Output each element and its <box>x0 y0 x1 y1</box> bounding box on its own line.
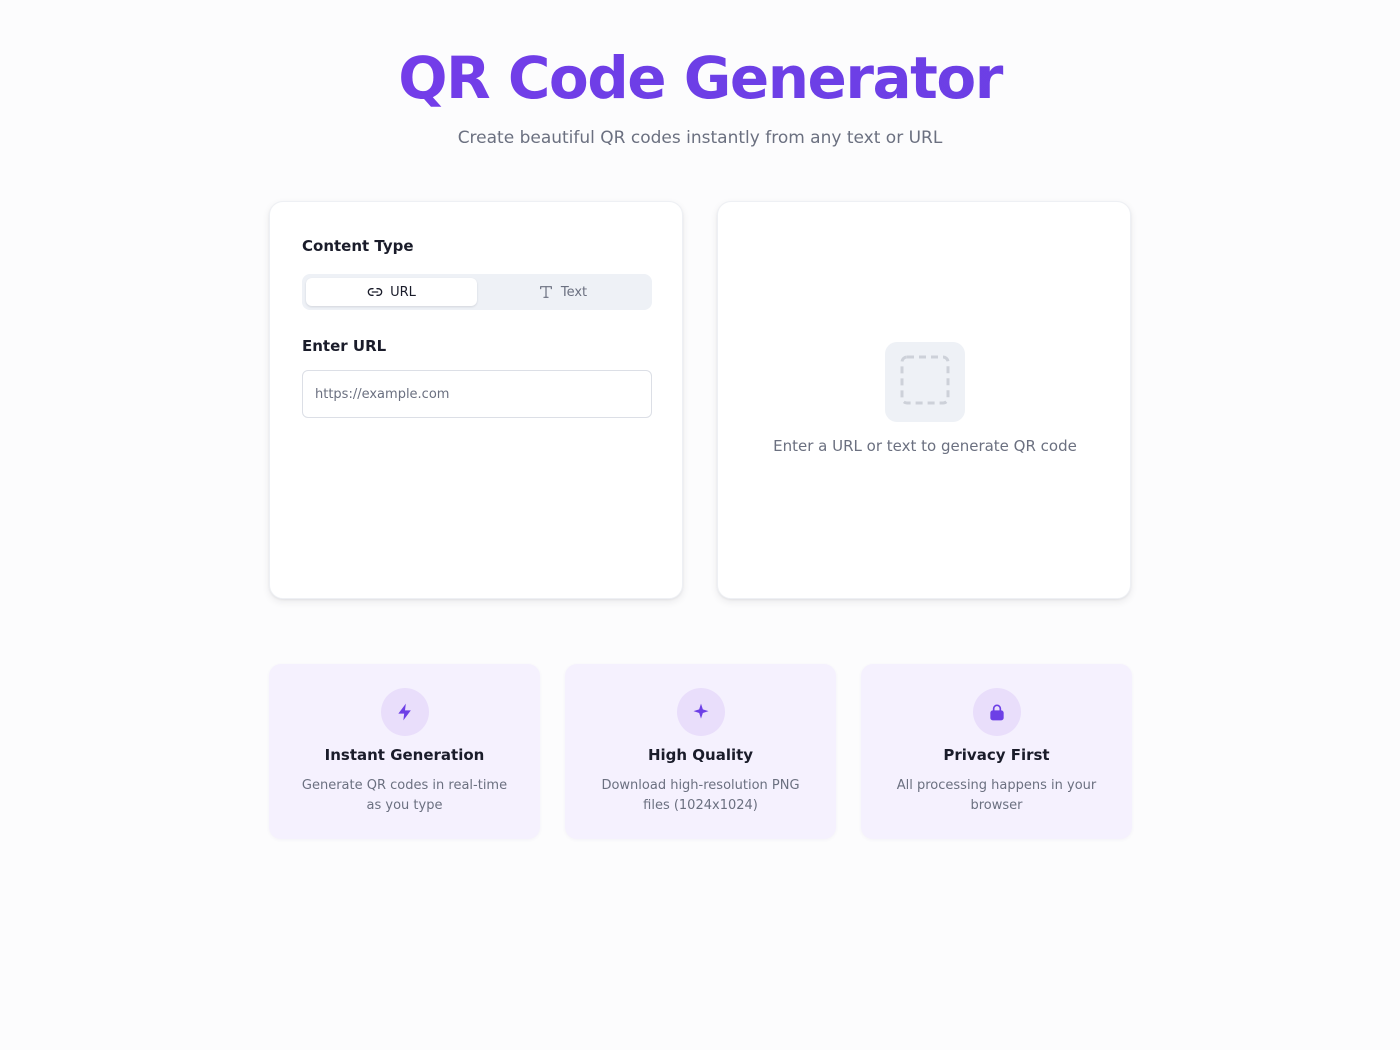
sparkle-icon <box>677 688 725 736</box>
url-input[interactable] <box>302 370 652 418</box>
lightning-icon <box>381 688 429 736</box>
preview-card: Enter a URL or text to generate QR code <box>717 201 1131 599</box>
feature-title: Instant Generation <box>324 746 485 764</box>
tab-text-label: Text <box>560 284 588 300</box>
page: QR Code Generator Create beautiful QR co… <box>0 0 1400 1050</box>
content-type-toggle: URL Text <box>302 274 652 310</box>
feature-title: High Quality <box>647 746 754 764</box>
tab-url-label: URL <box>390 284 416 300</box>
tab-url[interactable]: URL <box>306 278 477 306</box>
link-icon <box>367 284 383 300</box>
feature-title: Privacy First <box>943 746 1050 764</box>
feature-description: All processing happens in your browser <box>896 778 1097 813</box>
qr-placeholder <box>885 342 965 422</box>
tab-text[interactable]: Text <box>477 278 648 306</box>
dashed-square-icon <box>900 355 950 409</box>
feature-card-quality: High Quality Download high-resolution PN… <box>565 664 836 839</box>
text-type-icon <box>538 284 554 300</box>
empty-state-message: Enter a URL or text to generate QR code <box>773 437 1077 455</box>
feature-description: Download high-resolution PNG files (1024… <box>601 778 800 813</box>
enter-url-label: Enter URL <box>302 337 387 355</box>
feature-card-instant: Instant Generation Generate QR codes in … <box>269 664 540 839</box>
feature-description: Generate QR codes in real-time as you ty… <box>301 778 508 813</box>
feature-card-privacy: Privacy First All processing happens in … <box>861 664 1132 839</box>
page-subtitle: Create beautiful QR codes instantly from… <box>457 128 943 148</box>
lock-icon <box>973 688 1021 736</box>
page-title: QR Code Generator <box>0 40 1400 116</box>
content-type-label: Content Type <box>302 237 414 255</box>
input-card: Content Type URL Text Enter URL https://… <box>269 201 683 599</box>
